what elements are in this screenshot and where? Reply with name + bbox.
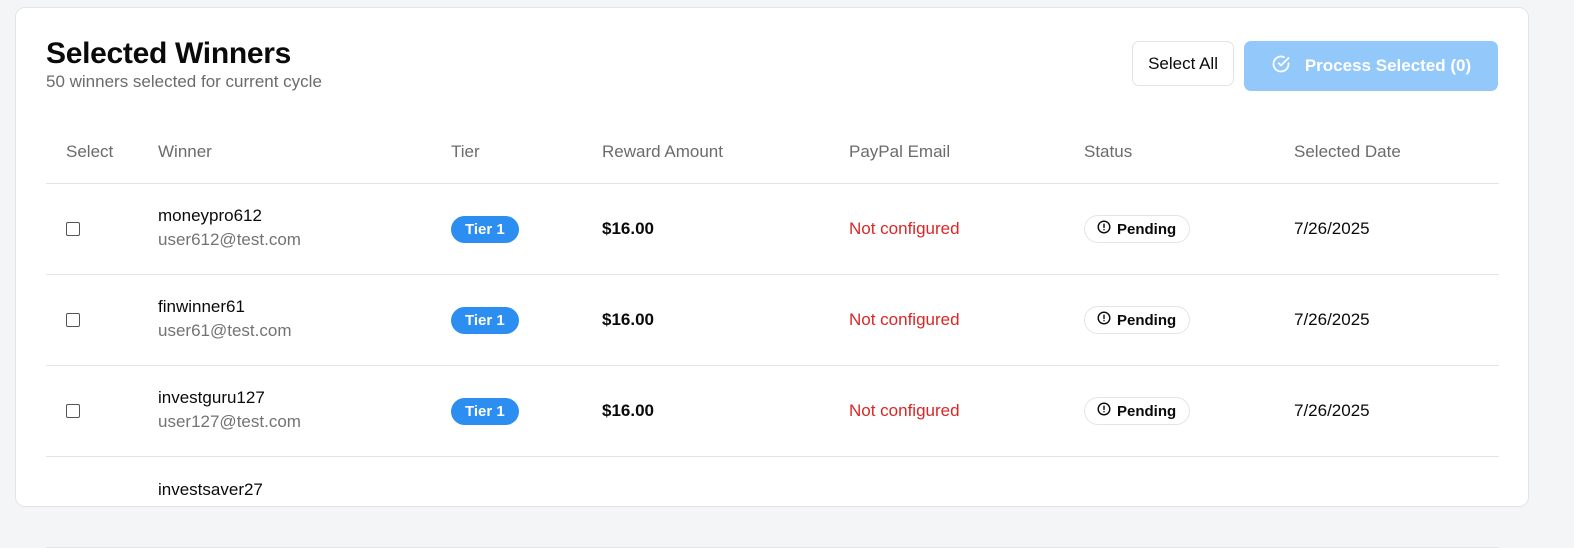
winner-email: user612@test.com	[158, 230, 301, 249]
status-badge: Pending	[1084, 306, 1191, 334]
header-actions: Select All Process Selected (0)	[1132, 41, 1498, 91]
status-label: Pending	[1117, 402, 1177, 420]
reward-amount: $16.00	[602, 310, 654, 329]
paypal-email-status: Not configured	[849, 219, 960, 238]
column-header-paypal-email: PayPal Email	[849, 142, 951, 161]
winner-username: investguru127	[158, 388, 265, 407]
row-select-checkbox[interactable]	[66, 404, 80, 418]
paypal-email-status: Not configured	[849, 310, 960, 329]
tier-badge: Tier 1	[451, 397, 519, 425]
status-badge: Pending	[1084, 397, 1191, 425]
page-title: Selected Winners	[46, 37, 292, 70]
winner-username: moneypro612	[158, 206, 262, 225]
winner-username: finwinner61	[158, 297, 245, 316]
winner-email: user127@test.com	[158, 412, 301, 431]
table-row: investsaver27	[46, 457, 1499, 548]
selected-date: 7/26/2025	[1294, 219, 1370, 238]
check-circle-icon	[1271, 54, 1291, 79]
tier-badge: Tier 1	[451, 215, 519, 243]
page-subtitle: 50 winners selected for current cycle	[46, 72, 322, 91]
reward-amount: $16.00	[602, 219, 654, 238]
alert-circle-icon	[1097, 220, 1111, 238]
selected-winners-card: Selected Winners 50 winners selected for…	[15, 7, 1529, 548]
paypal-email-status: Not configured	[849, 401, 960, 420]
selected-date: 7/26/2025	[1294, 310, 1370, 329]
status-label: Pending	[1117, 311, 1177, 329]
column-header-tier: Tier	[451, 142, 480, 161]
process-selected-label: Process Selected (0)	[1304, 56, 1472, 75]
status-label: Pending	[1117, 220, 1177, 238]
status-badge: Pending	[1084, 215, 1191, 243]
table-row: investguru127 user127@test.com Tier 1 $1…	[46, 366, 1499, 457]
column-header-selected-date: Selected Date	[1294, 142, 1401, 161]
winners-table: Select Winner Tier Reward Amount PayPal …	[46, 121, 1499, 548]
column-header-winner: Winner	[158, 142, 212, 161]
column-header-select: Select	[66, 142, 114, 161]
alert-circle-icon	[1097, 311, 1111, 329]
row-select-checkbox[interactable]	[66, 222, 80, 236]
column-header-reward-amount: Reward Amount	[602, 142, 723, 161]
reward-amount: $16.00	[602, 401, 654, 420]
winner-email: user61@test.com	[158, 321, 292, 340]
table-row: moneypro612 user612@test.com Tier 1 $16.…	[46, 184, 1499, 275]
card-header: Selected Winners 50 winners selected for…	[46, 38, 322, 92]
column-header-status: Status	[1084, 142, 1133, 161]
tier-badge: Tier 1	[451, 306, 519, 334]
alert-circle-icon	[1097, 402, 1111, 420]
select-all-button[interactable]: Select All	[1132, 41, 1234, 86]
process-selected-button[interactable]: Process Selected (0)	[1244, 41, 1498, 91]
table-row: finwinner61 user61@test.com Tier 1 $16.0…	[46, 275, 1499, 366]
table-header: Select Winner Tier Reward Amount PayPal …	[46, 121, 1499, 184]
row-select-checkbox[interactable]	[66, 313, 80, 327]
selected-date: 7/26/2025	[1294, 401, 1370, 420]
winner-username: investsaver27	[158, 480, 263, 499]
